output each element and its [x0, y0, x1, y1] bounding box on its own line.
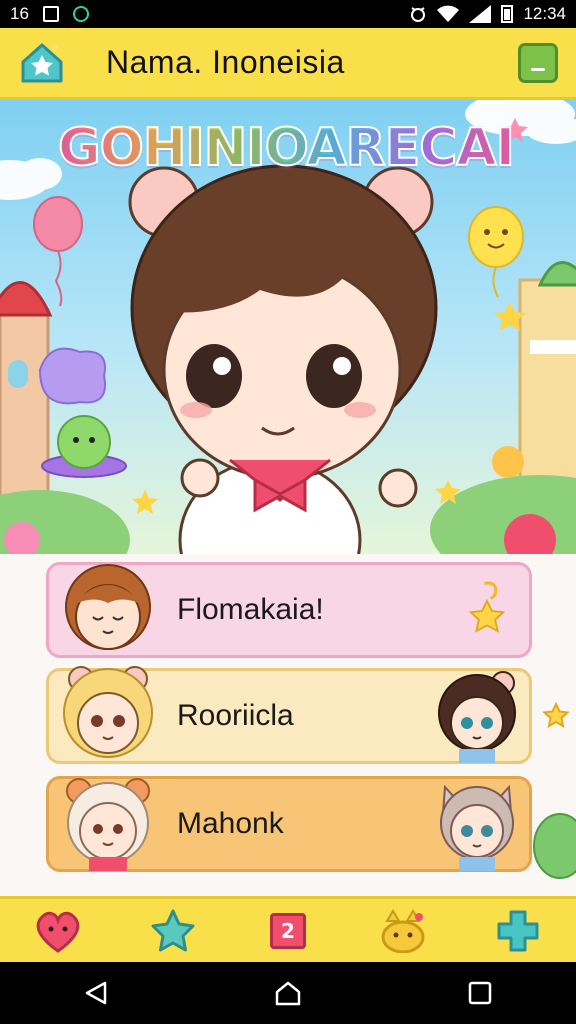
status-time: 12:34 — [523, 4, 566, 23]
star-icon — [151, 909, 195, 951]
character-card[interactable]: Mahonk — [46, 776, 532, 872]
heart-icon — [36, 911, 79, 953]
tab-cat[interactable] — [378, 906, 428, 956]
tab-puzzle[interactable] — [493, 906, 543, 956]
character-avatar — [438, 671, 516, 763]
game-title: GOHINIOARECAI — [57, 117, 516, 179]
tab-number-label: 2 — [281, 918, 295, 943]
character-avatar — [65, 564, 151, 650]
star-house-icon — [21, 43, 63, 82]
cloud-left — [0, 158, 62, 200]
system-navigation-bar — [0, 962, 576, 1024]
alarm-icon — [411, 7, 426, 22]
star-key-icon — [468, 581, 506, 633]
gallery-icon — [42, 6, 59, 22]
main-character — [128, 164, 438, 554]
status-text: 16 — [10, 4, 29, 23]
cat-icon — [381, 908, 425, 953]
bottom-tab-bar: 2 — [0, 896, 576, 962]
app-bar: Nama. Inoneisia — [0, 28, 576, 100]
character-name: Rooriicla — [177, 699, 294, 732]
character-card[interactable]: Flomakaia! — [46, 562, 532, 658]
character-name: Flomakaia! — [177, 593, 324, 626]
home-button[interactable] — [18, 39, 66, 87]
page-title: Nama. Inoneisia — [106, 44, 345, 80]
back-icon — [85, 981, 107, 1005]
star-decoration — [542, 702, 570, 728]
character-avatar — [63, 666, 153, 758]
balloon-green — [533, 813, 576, 879]
alien-ufo — [41, 415, 127, 478]
menu-button[interactable] — [518, 42, 558, 83]
number-two-icon: 2 — [269, 912, 306, 949]
recents-icon — [468, 981, 492, 1005]
minus-icon — [531, 67, 545, 71]
tab-star[interactable] — [148, 906, 198, 956]
home-nav-button[interactable] — [258, 968, 318, 1018]
character-name: Mahonk — [177, 807, 284, 840]
signal-icon — [469, 5, 492, 23]
balloon-yellow — [468, 206, 524, 298]
recents-button[interactable] — [450, 968, 510, 1018]
puzzle-icon — [497, 910, 539, 951]
battery-icon — [501, 5, 514, 23]
status-bar: 16 12:34 — [0, 0, 576, 28]
character-avatar — [440, 784, 514, 871]
character-avatar — [66, 778, 150, 871]
hero-banner: GOHINIOARECAI — [0, 100, 576, 554]
character-card[interactable]: Rooriicla — [46, 666, 532, 764]
back-button[interactable] — [66, 968, 126, 1018]
wifi-icon — [437, 5, 460, 22]
character-list: Flomakaia! Rooriicla Mahonk — [0, 554, 576, 896]
balloon-pink — [33, 196, 83, 307]
home-icon — [275, 981, 301, 1006]
app-notification-icon — [72, 6, 89, 22]
tab-number[interactable]: 2 — [263, 906, 313, 956]
tab-heart[interactable] — [33, 906, 83, 956]
